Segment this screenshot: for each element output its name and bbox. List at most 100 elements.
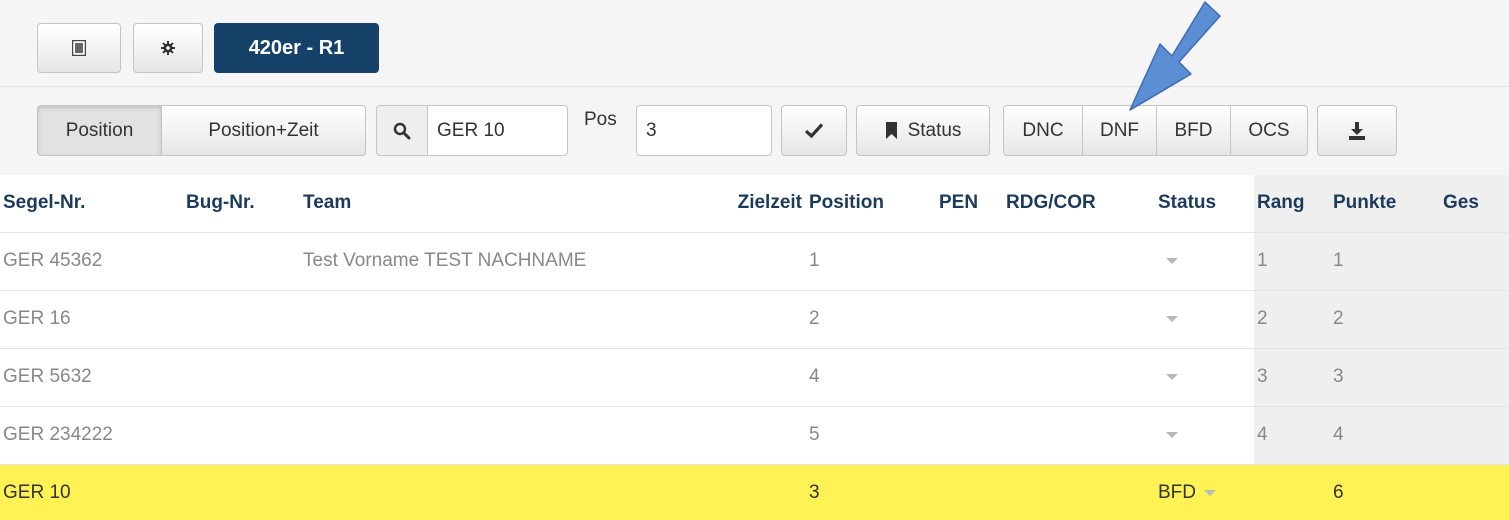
chevron-down-icon[interactable]	[1166, 431, 1178, 438]
download-icon	[1349, 121, 1365, 140]
cell-pen[interactable]	[936, 347, 1003, 406]
cell-rang: 1	[1254, 231, 1330, 290]
cell-rdg-cor[interactable]	[1003, 463, 1155, 520]
gear-icon	[161, 41, 175, 55]
cell-rdg-cor[interactable]	[1003, 231, 1155, 290]
cell-segel-nr: GER 10	[0, 463, 183, 520]
cell-position[interactable]: 3	[806, 463, 936, 520]
cell-pen[interactable]	[936, 463, 1003, 520]
cell-rang: 4	[1254, 405, 1330, 464]
cell-segel-nr: GER 45362	[0, 231, 183, 290]
columns-icon	[72, 40, 86, 56]
table-row[interactable]: GER 16 2 2 2	[0, 289, 1509, 348]
cell-segel-nr: GER 16	[0, 289, 183, 348]
cell-bug-nr	[183, 405, 300, 464]
col-punkte[interactable]: Punkte	[1330, 175, 1440, 232]
status-button-label: Status	[907, 119, 962, 141]
ocs-button[interactable]: OCS	[1231, 105, 1308, 156]
cell-gesamt	[1440, 347, 1509, 406]
checkmark-icon	[805, 123, 823, 138]
cell-gesamt	[1440, 289, 1509, 348]
col-zielzeit[interactable]: Zielzeit	[704, 175, 806, 232]
chevron-down-icon[interactable]	[1166, 257, 1178, 264]
col-bug-nr[interactable]: Bug-Nr.	[183, 175, 300, 232]
cell-status[interactable]	[1155, 231, 1254, 290]
cell-team	[300, 463, 704, 520]
sidebar-toggle-button[interactable]	[37, 23, 121, 73]
table-row[interactable]: GER 45362 Test Vorname TEST NACHNAME 1 1…	[0, 231, 1509, 290]
cell-bug-nr	[183, 347, 300, 406]
cell-gesamt	[1440, 231, 1509, 290]
position-input[interactable]	[636, 105, 772, 156]
toolbar-panel: 420er - R1 Position Position+Zeit Pos St…	[0, 0, 1509, 175]
table-row-highlighted[interactable]: GER 10 3 BFD 6	[0, 463, 1509, 520]
cell-team	[300, 405, 704, 464]
cell-rang: 2	[1254, 289, 1330, 348]
search-addon	[376, 105, 428, 156]
cell-position[interactable]: 1	[806, 231, 936, 290]
cell-pen[interactable]	[936, 231, 1003, 290]
cell-rang	[1254, 463, 1330, 520]
dnc-button[interactable]: DNC	[1003, 105, 1083, 156]
chevron-down-icon[interactable]	[1166, 315, 1178, 322]
confirm-button[interactable]	[781, 105, 847, 156]
cell-position[interactable]: 5	[806, 405, 936, 464]
table-row[interactable]: GER 5632 4 3 3	[0, 347, 1509, 406]
cell-rdg-cor[interactable]	[1003, 347, 1155, 406]
race-name-badge: 420er - R1	[214, 23, 379, 73]
cell-position[interactable]: 2	[806, 289, 936, 348]
cell-status[interactable]	[1155, 289, 1254, 348]
toolbar-divider	[0, 86, 1509, 87]
col-position[interactable]: Position	[806, 175, 936, 232]
cell-team	[300, 289, 704, 348]
cell-team	[300, 347, 704, 406]
cell-pen[interactable]	[936, 289, 1003, 348]
col-rang[interactable]: Rang	[1254, 175, 1330, 232]
bookmark-icon	[885, 122, 897, 139]
cell-rang: 3	[1254, 347, 1330, 406]
cell-punkte: 3	[1330, 347, 1440, 406]
cell-zielzeit	[704, 289, 806, 348]
col-segel-nr[interactable]: Segel-Nr.	[0, 175, 183, 232]
cell-segel-nr: GER 234222	[0, 405, 183, 464]
cell-pen[interactable]	[936, 405, 1003, 464]
cell-rdg-cor[interactable]	[1003, 405, 1155, 464]
table-row[interactable]: GER 234222 5 4 4	[0, 405, 1509, 464]
cell-gesamt	[1440, 463, 1509, 520]
download-button[interactable]	[1317, 105, 1397, 156]
search-icon	[393, 122, 411, 139]
chevron-down-icon[interactable]	[1204, 490, 1216, 497]
cell-bug-nr	[183, 231, 300, 290]
col-status[interactable]: Status	[1155, 175, 1254, 232]
cell-bug-nr	[183, 289, 300, 348]
sail-number-search-input[interactable]	[427, 105, 568, 156]
cell-status[interactable]	[1155, 405, 1254, 464]
cell-punkte: 1	[1330, 231, 1440, 290]
cell-team: Test Vorname TEST NACHNAME	[300, 231, 704, 290]
dnf-button[interactable]: DNF	[1083, 105, 1157, 156]
view-position-zeit-button[interactable]: Position+Zeit	[162, 105, 366, 156]
cell-zielzeit	[704, 405, 806, 464]
col-rdg-cor[interactable]: RDG/COR	[1003, 175, 1155, 232]
cell-gesamt	[1440, 405, 1509, 464]
chevron-down-icon[interactable]	[1166, 373, 1178, 380]
col-team[interactable]: Team	[300, 175, 704, 232]
pos-label: Pos	[584, 109, 617, 130]
cell-zielzeit	[704, 463, 806, 520]
settings-button[interactable]	[133, 23, 203, 73]
cell-rdg-cor[interactable]	[1003, 289, 1155, 348]
cell-position[interactable]: 4	[806, 347, 936, 406]
col-pen[interactable]: PEN	[936, 175, 1003, 232]
cell-punkte: 6	[1330, 463, 1440, 520]
cell-punkte: 2	[1330, 289, 1440, 348]
cell-segel-nr: GER 5632	[0, 347, 183, 406]
results-table: Segel-Nr. Bug-Nr. Team Zielzeit Position…	[0, 175, 1509, 520]
col-gesamt[interactable]: Ges	[1440, 175, 1509, 232]
cell-status[interactable]	[1155, 347, 1254, 406]
view-position-button[interactable]: Position	[37, 105, 162, 156]
status-button[interactable]: Status	[856, 105, 990, 156]
bfd-button[interactable]: BFD	[1157, 105, 1231, 156]
cell-status[interactable]: BFD	[1155, 463, 1254, 520]
cell-zielzeit	[704, 347, 806, 406]
status-value: BFD	[1158, 482, 1196, 504]
